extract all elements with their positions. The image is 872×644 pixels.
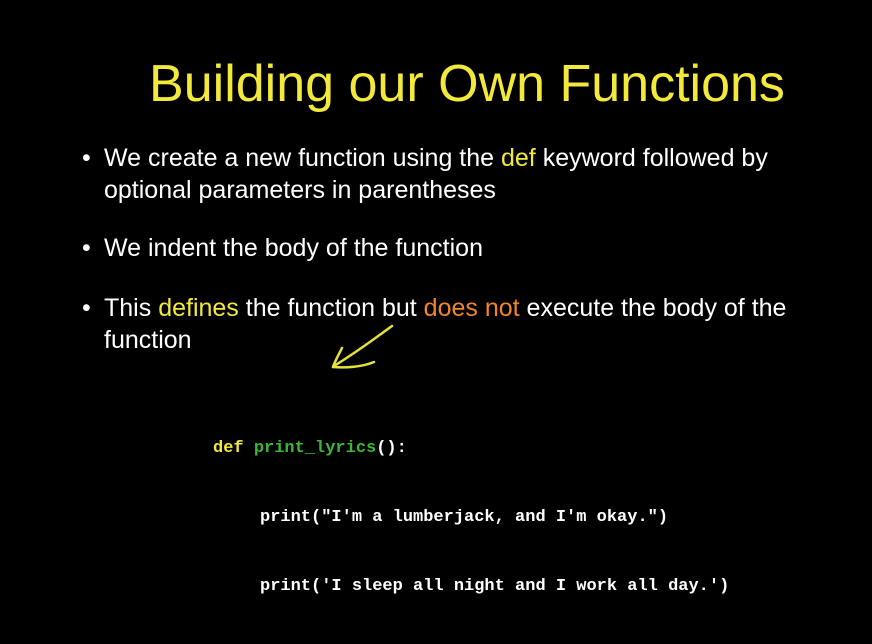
bullet-text: We create a new function using the [104,144,501,172]
keyword-does-not: does not [423,294,520,322]
code-function-name: print_lyrics [253,439,377,458]
keyword-def: def [501,144,536,172]
bullet-item-defines: • This defines the function but does not … [80,292,850,356]
bullet-item-indent: • We indent the body of the function [80,232,483,264]
code-line-def: def print_lyrics(): [213,437,729,460]
code-signature: (): [376,439,407,458]
bullet-text: This [104,294,159,322]
code-line-print-1: print("I'm a lumberjack, and I'm okay.") [213,506,729,529]
bullet-text: the function but [238,294,424,322]
bullet-item-def-keyword: • We create a new function using the def … [80,142,850,206]
bullet-dot: • [82,144,91,172]
code-print-statement: print("I'm a lumberjack, and I'm okay.") [260,508,669,527]
bullet-dot: • [82,294,91,322]
slide: Building our Own Functions • We create a … [0,0,872,596]
keyword-defines: defines [158,294,239,322]
code-block: def print_lyrics(): print("I'm a lumberj… [213,391,729,644]
bullet-text: We indent the body of the function [104,234,483,262]
bullet-dot: • [82,234,91,262]
code-def-keyword: def [213,439,244,458]
code-print-statement: print('I sleep all night and I work all … [260,577,730,596]
code-line-print-2: print('I sleep all night and I work all … [213,575,729,598]
slide-title: Building our Own Functions [149,55,785,113]
